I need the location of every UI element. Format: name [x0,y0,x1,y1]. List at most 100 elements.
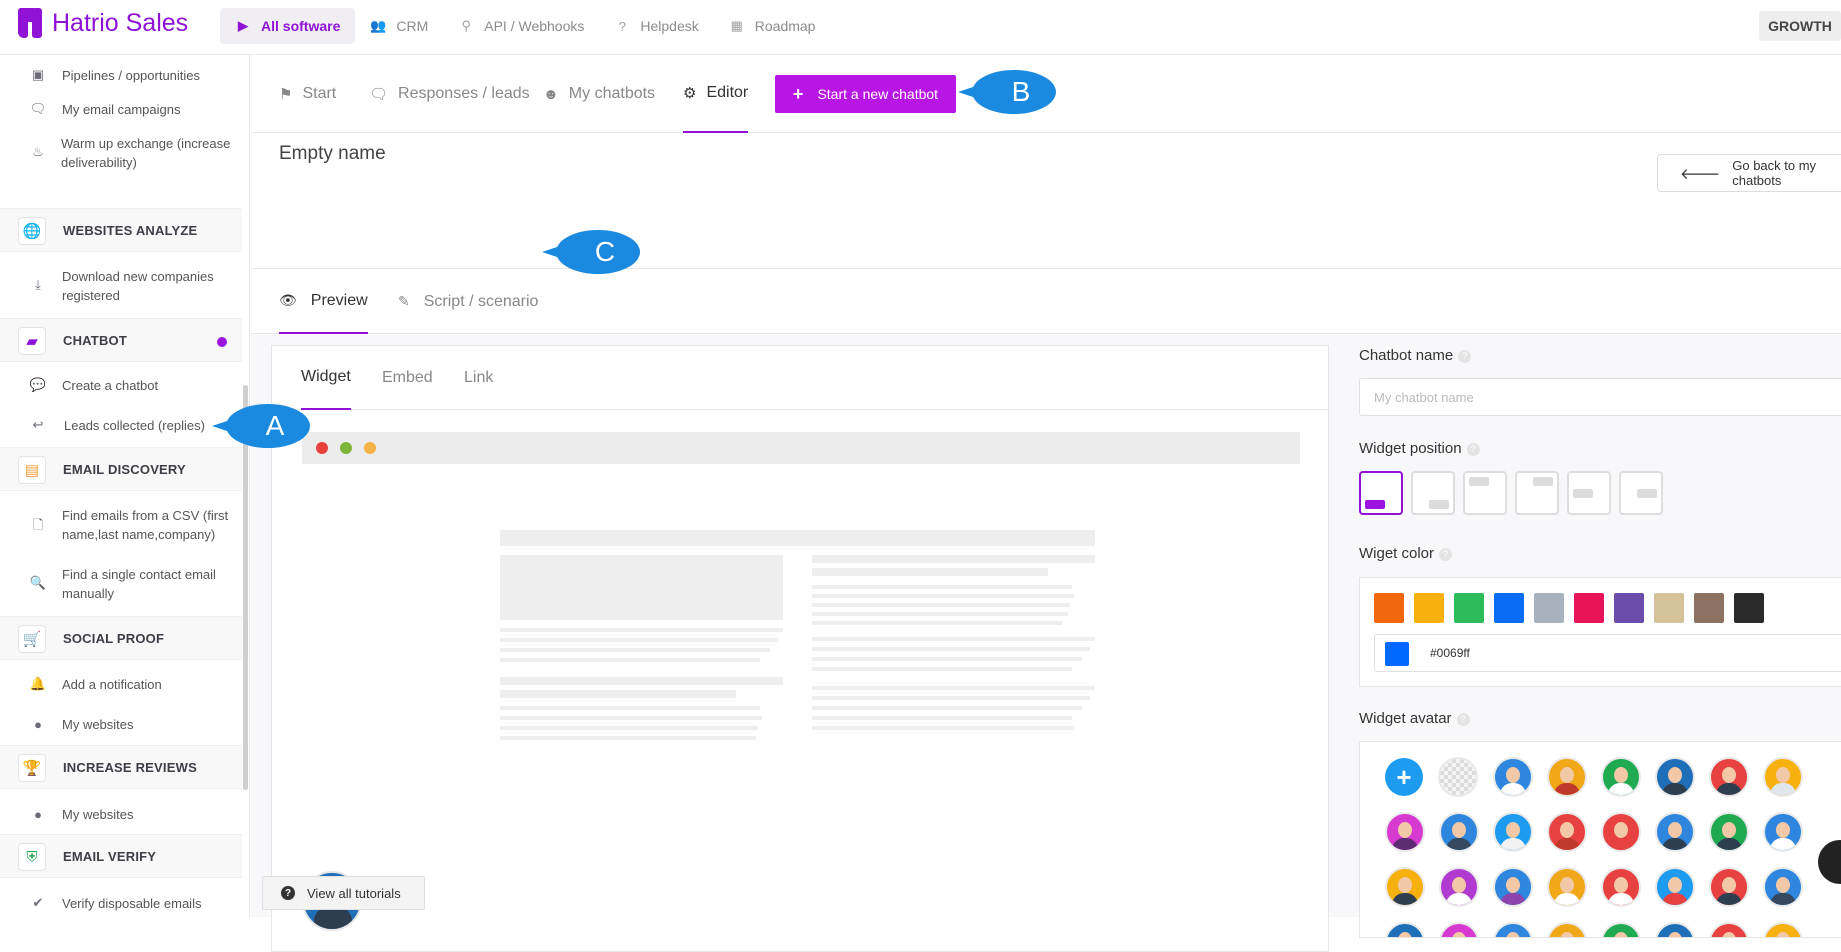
comments-icon: 🗨 [369,86,389,103]
avatar-option[interactable] [1385,867,1425,907]
position-top-left[interactable] [1463,471,1507,515]
avatar-option[interactable] [1493,867,1533,907]
avatar-option[interactable] [1655,812,1695,852]
sidebar-section-increase-reviews[interactable]: 🏆 INCREASE REVIEWS [0,745,242,789]
go-back-button[interactable]: 🡐 Go back to my chatbots [1657,154,1841,192]
sidebar-item-verify-disposable[interactable]: ✔ Verify disposable emails [0,893,242,913]
avatar-option[interactable] [1601,757,1641,797]
chatbot-name-label: Chatbot name? [1359,347,1472,364]
tab-embed[interactable]: Embed [382,346,433,410]
topnav-roadmap[interactable]: ▦ Roadmap [714,8,831,44]
avatar-option[interactable] [1547,922,1587,937]
position-bottom-right[interactable] [1411,471,1455,515]
tab-editor[interactable]: ⚙ Editor [683,55,749,133]
avatar-option[interactable] [1709,812,1749,852]
label-text: Wiget color [1359,545,1435,562]
sidebar-item-my-websites-reviews[interactable]: ● My websites [0,804,242,824]
sidebar-section-email-discovery[interactable]: ▤ EMAIL DISCOVERY [0,447,242,491]
tab-link[interactable]: Link [464,346,493,410]
chatbot-name-input[interactable] [1359,378,1841,416]
avatar-option[interactable] [1763,812,1803,852]
sidebar-section-social-proof[interactable]: 🛒 SOCIAL PROOF [0,616,242,660]
avatar-option[interactable] [1655,867,1695,907]
tab-responses-leads[interactable]: 🗨 Responses / leads [369,55,530,133]
chat-icon: 🗨 [29,101,47,116]
sidebar-item-my-websites[interactable]: ● My websites [0,714,242,734]
color-swatch[interactable] [1734,593,1764,623]
color-swatch[interactable] [1614,593,1644,623]
sidebar-item-warm-up[interactable]: ♨ Warm up exchange (increase deliverabil… [0,134,242,174]
avatar-option[interactable] [1439,812,1479,852]
tab-my-chatbots[interactable]: ☻ My chatbots [543,55,655,133]
tab-widget[interactable]: Widget [301,346,351,410]
avatar-option[interactable] [1601,867,1641,907]
view-all-tutorials-button[interactable]: ? View all tutorials [262,876,425,910]
avatar-option[interactable] [1493,922,1533,937]
help-icon[interactable]: ? [1439,548,1453,561]
avatar-option[interactable] [1709,757,1749,797]
avatar-option[interactable] [1709,922,1749,937]
sidebar-scrollbar[interactable] [243,385,248,790]
start-new-chatbot-button[interactable]: + Start a new chatbot [775,75,956,113]
avatar-option[interactable] [1655,922,1695,937]
sidebar-item-leads-collected[interactable]: ↩ Leads collected (replies) [0,415,242,435]
label-text: Widget avatar [1359,710,1452,727]
avatar-option[interactable] [1601,922,1641,937]
position-middle-left[interactable] [1567,471,1611,515]
main-content: ⚑ Start 🗨 Responses / leads ☻ My chatbot… [251,55,1841,952]
topnav-crm[interactable]: 👥 CRM [355,8,443,44]
position-middle-right[interactable] [1619,471,1663,515]
topnav-all-software[interactable]: ▶ All software [220,8,356,44]
tab-preview[interactable]: 👁 Preview [279,269,368,334]
hex-color-input[interactable]: #0069ff [1374,634,1841,672]
avatar-option[interactable] [1493,757,1533,797]
avatar-option[interactable] [1493,812,1533,852]
avatar-option[interactable] [1601,812,1641,852]
topnav-api-webhooks[interactable]: ⚲ API / Webhooks [443,8,599,44]
avatar-option[interactable] [1763,757,1803,797]
avatar-option[interactable] [1439,867,1479,907]
avatar-option[interactable] [1655,757,1695,797]
avatar-option[interactable] [1439,922,1479,937]
color-swatch[interactable] [1694,593,1724,623]
help-icon[interactable]: ? [1458,350,1472,363]
color-swatch[interactable] [1454,593,1484,623]
help-icon[interactable]: ? [1466,443,1480,456]
avatar-option[interactable] [1763,922,1803,937]
add-avatar-button[interactable]: + [1385,758,1423,796]
color-swatch[interactable] [1414,593,1444,623]
color-swatch[interactable] [1374,593,1404,623]
topnav-helpdesk[interactable]: ? Helpdesk [599,8,713,44]
no-avatar-option[interactable] [1438,757,1478,797]
page-title[interactable]: Empty name [279,143,386,165]
avatar-option[interactable] [1385,922,1425,937]
plan-badge[interactable]: GROWTH [1759,11,1841,41]
topnav-label: Helpdesk [640,18,699,34]
sidebar-section-websites-analyze[interactable]: 🌐 WEBSITES ANALYZE [0,208,242,252]
sidebar-item-create-chatbot[interactable]: 💬 Create a chatbot [0,375,242,395]
app-logo[interactable]: Hatrio Sales [18,8,188,38]
color-swatch[interactable] [1574,593,1604,623]
tab-start[interactable]: ⚑ Start [279,55,336,133]
tab-script-scenario[interactable]: ✎ Script / scenario [398,269,538,334]
color-swatch[interactable] [1534,593,1564,623]
avatar-option[interactable] [1547,867,1587,907]
sidebar-section-chatbot[interactable]: ▰ CHATBOT [0,318,242,362]
color-swatch[interactable] [1654,593,1684,623]
color-swatch[interactable] [1494,593,1524,623]
sidebar-item-add-notification[interactable]: 🔔 Add a notification [0,674,242,694]
sidebar-item-email-campaigns[interactable]: 🗨 My email campaigns [0,99,242,119]
avatar-option[interactable] [1547,757,1587,797]
help-icon[interactable]: ? [1456,713,1470,726]
sidebar-item-download-companies[interactable]: ⤓ Download new companies registered [0,267,242,307]
avatar-option[interactable] [1709,867,1749,907]
sidebar-item-pipelines[interactable]: ▣ Pipelines / opportunities [0,65,242,85]
avatar-option[interactable] [1385,812,1425,852]
sidebar-section-email-verify[interactable]: ⛨ EMAIL VERIFY [0,834,242,878]
sidebar-item-find-emails-csv[interactable]: 🗋 Find emails from a CSV (first name,las… [0,506,242,546]
avatar-option[interactable] [1763,867,1803,907]
sidebar-item-find-single-contact[interactable]: 🔍 Find a single contact email manually [0,565,242,605]
avatar-option[interactable] [1547,812,1587,852]
position-bottom-left[interactable] [1359,471,1403,515]
position-top-right[interactable] [1515,471,1559,515]
